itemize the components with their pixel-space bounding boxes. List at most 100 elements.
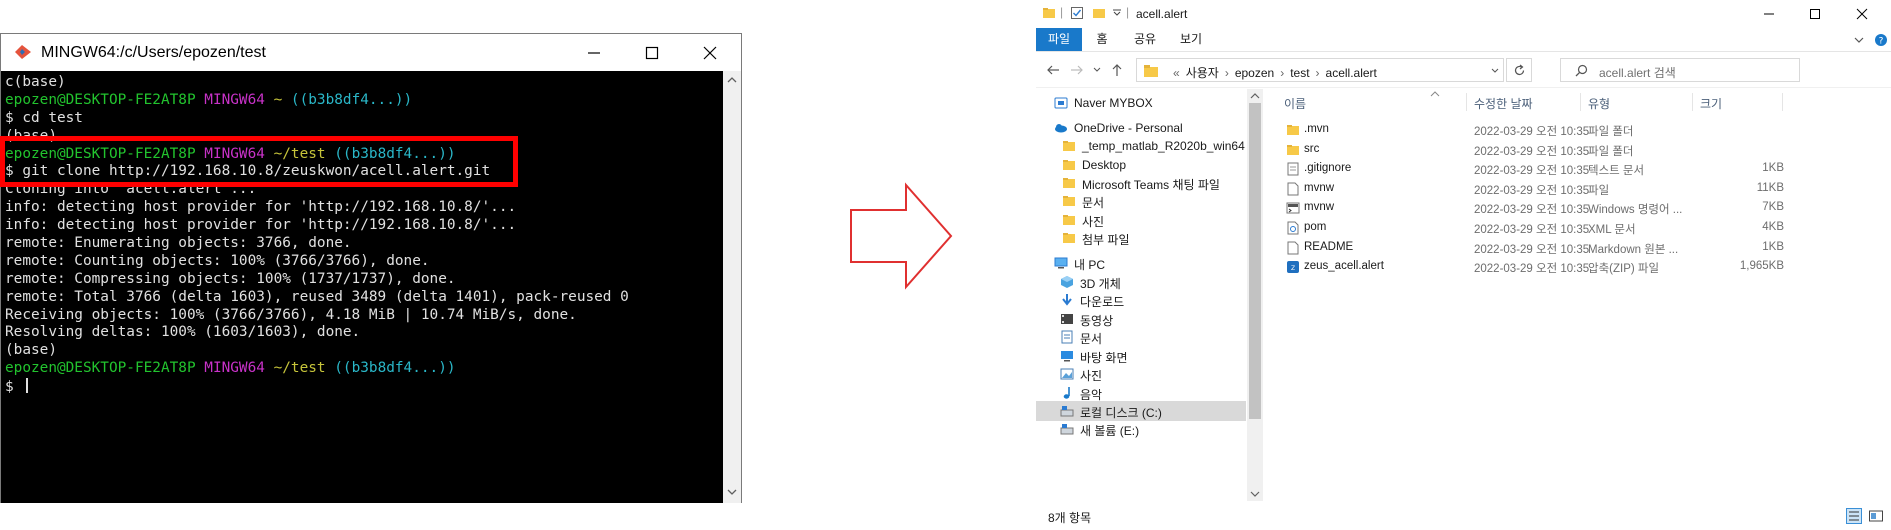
file-row[interactable]: pom 2022-03-29 오전 10:35 XML 문서 4KB	[1264, 218, 1891, 238]
explorer-close-button[interactable]	[1833, 0, 1891, 28]
refresh-icon	[1514, 64, 1525, 76]
breadcrumb-separator[interactable]: «	[1173, 66, 1180, 80]
nav-item-label: 문서	[1080, 332, 1103, 346]
terminal-text: (base)	[5, 342, 57, 359]
folder-icon	[1062, 194, 1076, 208]
column-header-size[interactable]: 크기	[1700, 95, 1722, 112]
breadcrumb-item[interactable]: acell.alert	[1326, 66, 1377, 80]
terminal-text: epozen@DESKTOP-FE2AT8P	[5, 145, 205, 162]
breadcrumb-separator[interactable]: ›	[1280, 66, 1284, 80]
nav-item[interactable]: 3D 개체	[1036, 272, 1246, 292]
nav-item[interactable]: OneDrive - Personal	[1036, 118, 1246, 138]
folder-icon	[1043, 8, 1055, 18]
nav-item[interactable]: 사진	[1036, 210, 1246, 230]
file-type: Markdown 원본 ...	[1588, 243, 1679, 256]
chevron-down-icon[interactable]	[1491, 68, 1499, 74]
breadcrumb-item[interactable]: epozen	[1235, 66, 1274, 80]
terminal-text: remote: Total 3766 (delta 1603), reused …	[5, 288, 629, 305]
nav-item[interactable]: 바탕 화면	[1036, 346, 1246, 366]
nav-item[interactable]: 다운로드	[1036, 290, 1246, 310]
nav-item[interactable]: 음악	[1036, 383, 1246, 403]
file-type: 파일 폴더	[1588, 126, 1634, 138]
up-button[interactable]	[1108, 62, 1126, 78]
nav-item[interactable]: 문서	[1036, 327, 1246, 347]
nav-item[interactable]: _temp_matlab_R2020b_win64	[1036, 136, 1246, 156]
nav-item-label: Naver MYBOX	[1074, 96, 1153, 110]
minimize-button[interactable]	[565, 34, 623, 71]
terminal-text: ~/test	[273, 145, 335, 162]
search-input[interactable]: acell.alert 검색	[1560, 58, 1800, 82]
nav-item[interactable]: Microsoft Teams 채팅 파일	[1036, 173, 1246, 193]
file-date: 2022-03-29 오전 10:35	[1474, 224, 1590, 236]
file-row[interactable]: .mvn 2022-03-29 오전 10:35 파일 폴더	[1264, 120, 1891, 140]
nav-item[interactable]: 문서	[1036, 191, 1246, 211]
nav-item[interactable]: Desktop	[1036, 155, 1246, 175]
scroll-down-icon[interactable]	[727, 487, 737, 497]
help-icon[interactable]: ?	[1874, 33, 1888, 47]
terminal-titlebar[interactable]: MINGW64:/c/Users/epozen/test	[1, 34, 741, 71]
properties-icon[interactable]	[1070, 6, 1084, 20]
tab-view[interactable]: 보기	[1168, 28, 1214, 51]
terminal-line: Receiving objects: 100% (3766/3766), 4.1…	[5, 307, 629, 325]
file-row[interactable]: src 2022-03-29 오전 10:35 파일 폴더	[1264, 140, 1891, 160]
file-row[interactable]: Zzeus_acell.alert 2022-03-29 오전 10:35 압축(Z…	[1264, 257, 1891, 277]
customize-arrow-icon[interactable]	[1112, 9, 1122, 17]
nav-item[interactable]: 로컬 디스크 (C:)	[1036, 401, 1246, 421]
nav-item[interactable]: Naver MYBOX	[1036, 93, 1246, 113]
breadcrumb-separator[interactable]: ›	[1225, 66, 1229, 80]
forward-button[interactable]	[1068, 62, 1086, 78]
file-row[interactable]: mvnw 2022-03-29 오전 10:35 Windows 명령어 ... 7K…	[1264, 198, 1891, 218]
terminal-line: (base)	[5, 128, 629, 146]
file-name: src	[1304, 142, 1320, 155]
nav-item-label: 문서	[1082, 196, 1105, 210]
close-button[interactable]	[681, 34, 739, 71]
file-row[interactable]: mvnw 2022-03-29 오전 10:35 파일 11KB	[1264, 179, 1891, 199]
scrollbar-thumb[interactable]	[1249, 103, 1261, 419]
explorer-title: acell.alert	[1136, 7, 1188, 21]
details-view-icon[interactable]	[1846, 508, 1862, 524]
terminal-text: Receiving objects: 100% (3766/3766), 4.1…	[5, 306, 577, 323]
file-date: 2022-03-29 오전 10:35	[1474, 263, 1590, 276]
large-icons-view-icon[interactable]	[1868, 508, 1884, 524]
column-header-name[interactable]: 이름	[1284, 95, 1306, 112]
recent-locations-button[interactable]	[1088, 62, 1106, 78]
new-folder-icon[interactable]	[1092, 6, 1106, 20]
file-row[interactable]: .gitignore 2022-03-29 오전 10:35 텍스트 문서 1KB	[1264, 159, 1891, 179]
back-button[interactable]	[1044, 62, 1062, 78]
column-header-date[interactable]: 수정한 날짜	[1474, 95, 1533, 112]
terminal-line: epozen@DESKTOP-FE2AT8P MINGW64 ~/test ((…	[5, 360, 629, 378]
file-row[interactable]: README 2022-03-29 오전 10:35 Markdown 원본 ...…	[1264, 238, 1891, 258]
scroll-down-icon[interactable]	[1250, 491, 1260, 498]
terminal-line: remote: Compressing objects: 100% (1737/…	[5, 271, 629, 289]
tab-file[interactable]: 파일	[1036, 28, 1082, 51]
maximize-button[interactable]	[623, 34, 681, 71]
file-type: 텍스트 문서	[1588, 165, 1645, 178]
refresh-button[interactable]	[1506, 58, 1532, 82]
nav-item-label: Desktop	[1082, 158, 1127, 172]
breadcrumb-separator[interactable]: ›	[1316, 66, 1320, 80]
file-type: 파일 폴더	[1588, 145, 1634, 158]
address-bar[interactable]: « 사용자 › epozen › test › acell.alert	[1136, 58, 1504, 82]
tab-share[interactable]: 공유	[1122, 28, 1168, 51]
navigation-pane-scrollbar[interactable]	[1247, 89, 1263, 501]
file-explorer-window: | | acell.alert 파일 홈 공유 보기 ? « 사용자 › epo…	[1036, 0, 1891, 530]
nav-item[interactable]: 동영상	[1036, 309, 1246, 329]
terminal-text: c(base)	[5, 74, 66, 90]
chevron-down-icon[interactable]	[1854, 37, 1864, 44]
tab-home[interactable]: 홈	[1082, 28, 1122, 51]
scroll-up-icon[interactable]	[1250, 92, 1260, 99]
terminal-text: ((b3b8df4...))	[334, 145, 456, 162]
terminal-console[interactable]: c(base) epozen@DESKTOP-FE2AT8P MINGW64 ~ …	[1, 71, 723, 503]
nav-item[interactable]: 새 볼륨 (E:)	[1036, 419, 1246, 439]
breadcrumb-item[interactable]: 사용자	[1186, 66, 1219, 80]
nav-item[interactable]: 첨부 파일	[1036, 228, 1246, 248]
column-header-type[interactable]: 유형	[1588, 95, 1610, 112]
arrow-right-icon	[1071, 65, 1083, 75]
breadcrumb-item[interactable]: test	[1290, 66, 1309, 80]
nav-item[interactable]: 내 PC	[1036, 253, 1246, 273]
terminal-scrollbar[interactable]	[723, 71, 741, 503]
nav-item[interactable]: 사진	[1036, 364, 1246, 384]
scroll-up-icon[interactable]	[727, 75, 737, 85]
video-icon	[1060, 312, 1074, 326]
explorer-titlebar[interactable]: | | acell.alert	[1036, 0, 1891, 28]
